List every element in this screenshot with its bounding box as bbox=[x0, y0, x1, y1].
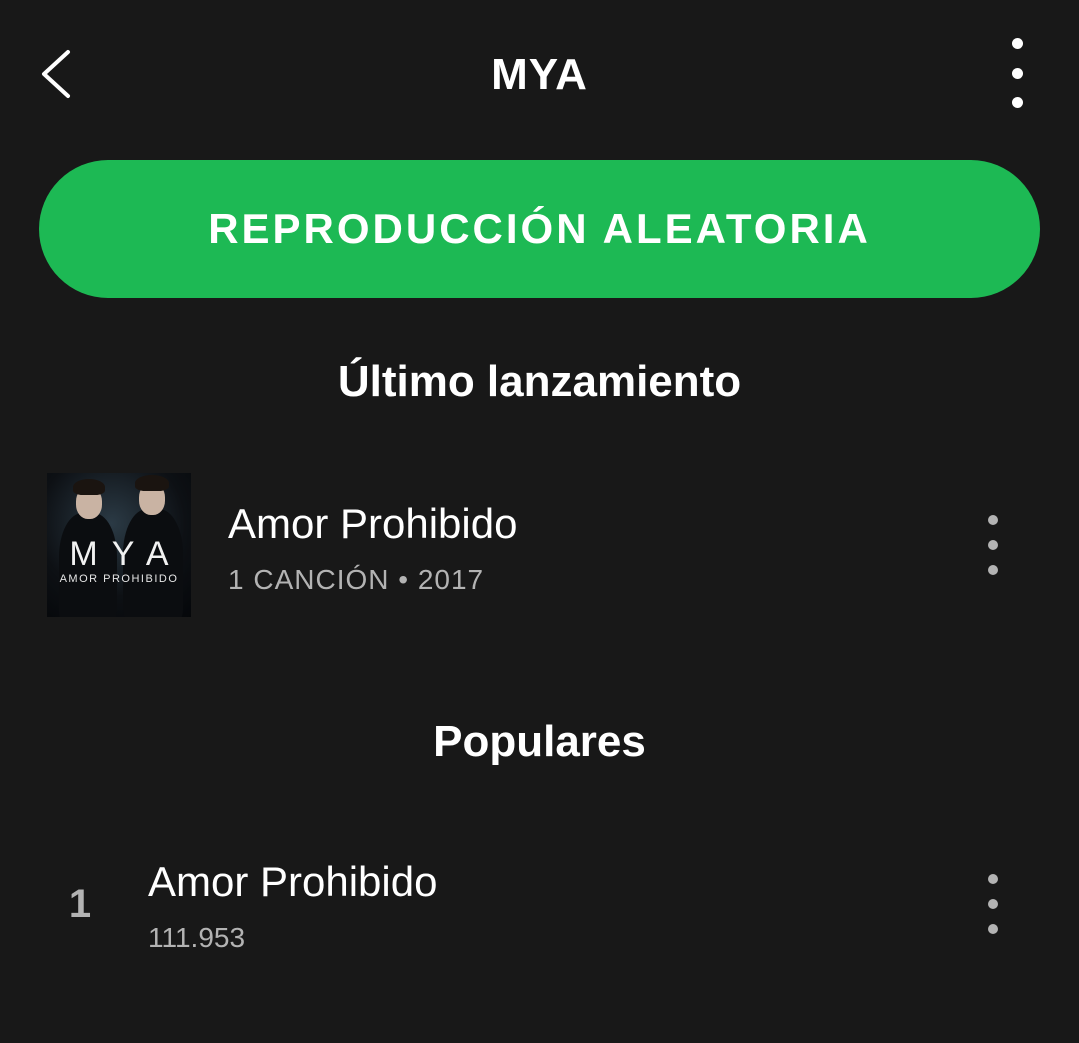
more-vertical-icon bbox=[988, 515, 998, 525]
release-more-button[interactable] bbox=[978, 515, 1008, 575]
track-title: Amor Prohibido bbox=[148, 858, 438, 905]
cover-hair-right bbox=[135, 475, 169, 491]
release-title: Amor Prohibido bbox=[228, 500, 518, 547]
more-dot bbox=[988, 565, 998, 575]
latest-release-item[interactable]: MYA AMOR PROHIBIDO Amor Prohibido 1 CANC… bbox=[0, 460, 1079, 630]
more-vertical-icon bbox=[1011, 38, 1023, 49]
track-play-count: 111.953 bbox=[148, 922, 246, 953]
more-dot bbox=[1011, 67, 1023, 79]
more-dot bbox=[988, 540, 998, 550]
cover-logo: MYA bbox=[69, 535, 183, 573]
more-options-button[interactable] bbox=[996, 38, 1038, 108]
more-dot bbox=[988, 899, 998, 909]
page-title: MYA bbox=[491, 50, 588, 99]
more-dot bbox=[988, 924, 998, 934]
track-row[interactable]: 1 Amor Prohibido 111.953 bbox=[0, 840, 1079, 980]
latest-release-heading: Último lanzamiento bbox=[337, 357, 742, 406]
album-cover: MYA AMOR PROHIBIDO bbox=[47, 473, 191, 617]
track-index: 1 bbox=[68, 882, 92, 926]
shuffle-play-button[interactable]: REPRODUCCIÓN ALEATORIA bbox=[39, 160, 1040, 298]
cover-hair-left bbox=[73, 479, 105, 495]
more-vertical-icon bbox=[988, 874, 998, 884]
popular-heading: Populares bbox=[433, 717, 646, 766]
track-more-button[interactable] bbox=[978, 874, 1008, 934]
cover-subtitle: AMOR PROHIBIDO bbox=[59, 573, 179, 585]
more-dot bbox=[1011, 97, 1023, 108]
top-bar: MYA bbox=[0, 0, 1079, 150]
release-meta: 1 CANCIÓN • 2017 bbox=[228, 564, 485, 595]
